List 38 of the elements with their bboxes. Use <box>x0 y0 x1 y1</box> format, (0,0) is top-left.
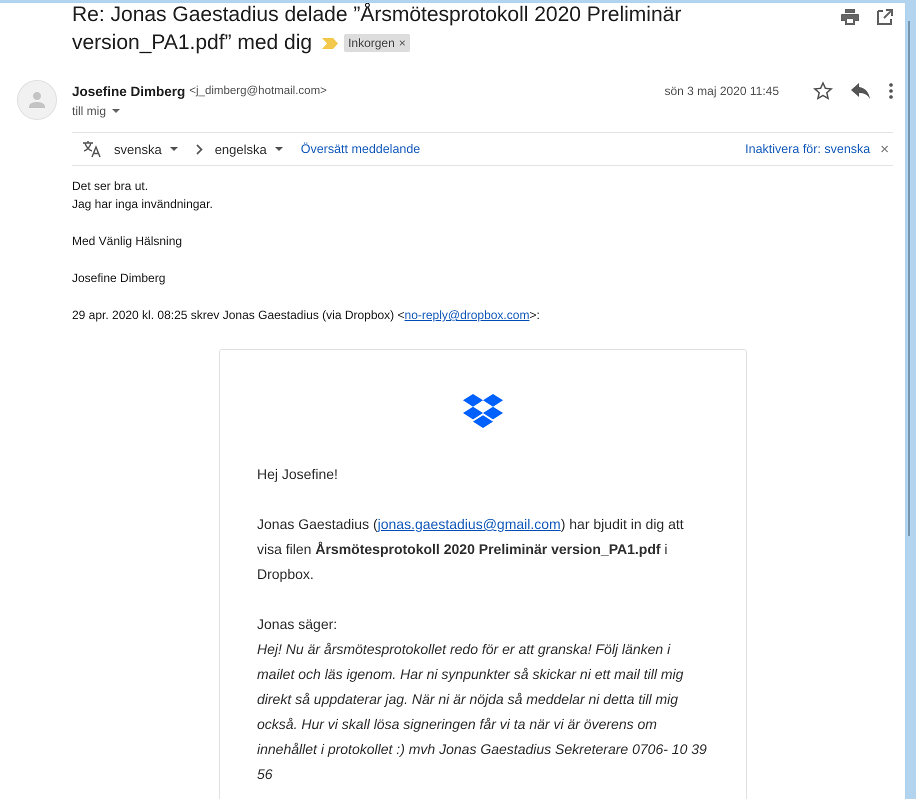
reply-icon[interactable] <box>851 83 871 99</box>
sender-email: <j_dimberg@hotmail.com> <box>189 85 327 97</box>
says-label: Jonas säger: <box>257 615 338 634</box>
invitation-text: Jonas Gaestadius (jonas.gaestadius@gmail.com) har bjudit in dig att visa filen Årsmötesprotokoll 2020 Preliminär version_PA1.pdf i Dropbox. <box>257 515 685 584</box>
greeting-text: Hej Josefine! <box>257 465 339 484</box>
quoted-message: Hej! Nu är årsmötesprotokollet redo för er att granska! Följ länken i mailet och läs igenom. Har ni synpunkter så skickar ni ett mail till mig direkt så uppdaterar jag. När ni är nöjda så meddelar ni detta till mig också. Hur vi skall lösa signeringen får vi ta när vi är överens om innehållet i protokollet :) mvh Jonas Gaestadius Sekreterare 0706- 10 39 56 <box>257 640 708 784</box>
disable-translation-link[interactable]: Inaktivera för: svenska <box>745 142 870 156</box>
email-subject: Re: Jonas Gaestadius delade ”Årsmötesprotokoll 2020 Preliminär <box>72 3 682 28</box>
label-text: Inkorgen <box>348 36 395 50</box>
translate-message-link[interactable]: Översätt meddelande <box>300 142 420 156</box>
email-subject: version_PA1.pdf” med dig <box>72 31 312 54</box>
print-icon[interactable] <box>841 9 859 25</box>
recipient-dropdown[interactable]: till mig <box>72 104 120 118</box>
message-text: Josefine Dimberg <box>72 270 166 287</box>
open-in-new-window-icon[interactable] <box>877 9 893 25</box>
message-date: sön 3 maj 2020 11:45 <box>664 84 779 98</box>
star-icon[interactable] <box>813 81 833 101</box>
chevron-right-icon <box>196 144 203 154</box>
scrollbar-thumb[interactable] <box>908 21 910 536</box>
source-language-dropdown[interactable]: svenska <box>114 142 178 156</box>
caret-icon <box>170 147 178 151</box>
message-text: Med Vänlig Hälsning <box>72 233 184 250</box>
caret-icon <box>274 147 283 151</box>
remove-label-button[interactable]: × <box>398 36 406 50</box>
target-language-dropdown[interactable]: engelska <box>214 142 283 156</box>
label-chip[interactable]: Inkorgen × <box>344 34 410 52</box>
dropbox-logo-icon <box>463 394 503 428</box>
sender-name: Josefine Dimberg <box>72 84 186 98</box>
translate-icon <box>82 140 102 158</box>
more-options-icon[interactable] <box>889 83 893 99</box>
caret-icon <box>112 109 120 113</box>
message-text: Det ser bra ut. Jag har inga invändningar. <box>72 178 214 213</box>
close-translation-button[interactable]: × <box>880 140 889 158</box>
quote-header: 29 apr. 2020 kl. 08:25 skrev Jonas Gaestadius (via Dropbox) <no-reply@dropbox.com>: <box>72 307 541 324</box>
importance-marker-icon[interactable] <box>322 38 338 49</box>
email-link[interactable]: jonas.gaestadius@gmail.com <box>378 516 561 532</box>
email-link[interactable]: no-reply@dropbox.com <box>404 308 530 322</box>
avatar-icon <box>17 80 57 120</box>
